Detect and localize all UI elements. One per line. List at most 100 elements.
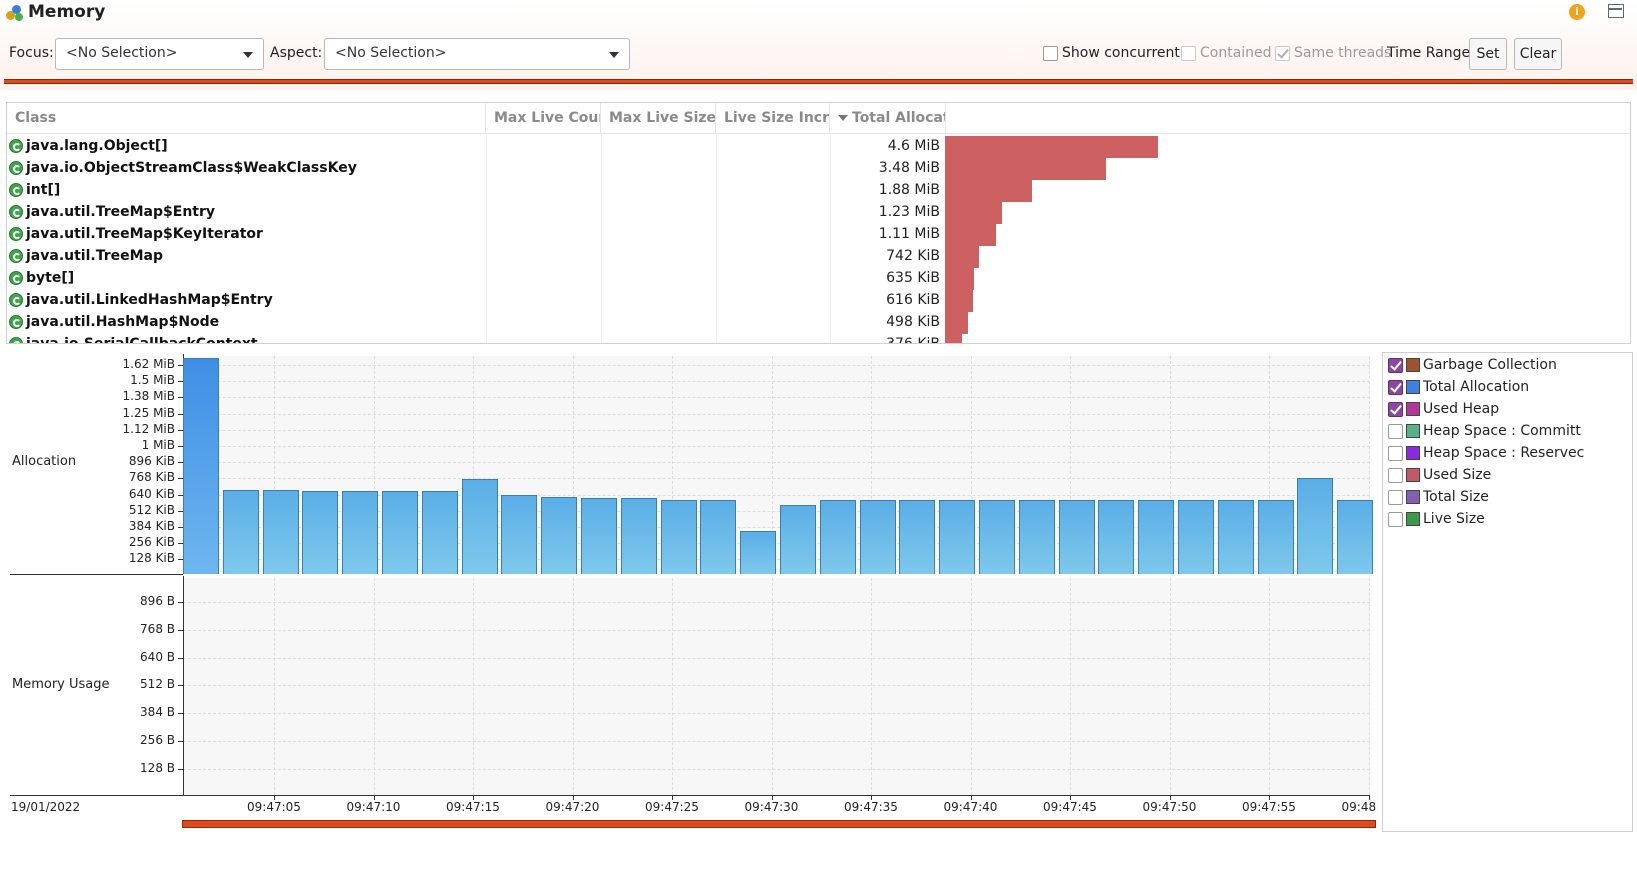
- allocation-bar[interactable]: [382, 491, 418, 574]
- legend-checkbox[interactable]: [1388, 357, 1403, 373]
- table-row[interactable]: java.util.HashMap$Node 498 KiB: [7, 311, 1630, 334]
- info-icon[interactable]: i: [1569, 4, 1585, 20]
- class-table[interactable]: Class Max Live Count Max Live Size Live …: [6, 102, 1631, 344]
- aspect-combo[interactable]: <No Selection>: [324, 38, 630, 70]
- allocation-bar[interactable]: [899, 500, 936, 574]
- legend-item[interactable]: Live Size: [1388, 509, 1485, 529]
- legend-item[interactable]: Heap Space : Committ: [1388, 421, 1581, 441]
- column-header-live-size-increase[interactable]: Live Size Increas: [716, 103, 830, 134]
- class-name: java.util.TreeMap: [26, 248, 164, 264]
- allocation-bar[interactable]: [740, 531, 777, 574]
- table-row[interactable]: java.util.TreeMap$KeyIterator 1.11 MiB: [7, 223, 1630, 246]
- allocation-bar[interactable]: [939, 500, 976, 574]
- legend-label: Used Size: [1423, 467, 1492, 483]
- allocation-bar[interactable]: [979, 500, 1015, 574]
- allocation-bar[interactable]: [342, 491, 379, 574]
- column-header-class[interactable]: Class: [7, 103, 486, 134]
- contained-checkbox[interactable]: [1181, 46, 1196, 61]
- legend-swatch-icon: [1406, 424, 1420, 438]
- legend-swatch-icon: [1406, 446, 1420, 460]
- allocation-tick-label: 1.38 MiB: [122, 389, 175, 404]
- view-title: Memory: [4, 2, 105, 22]
- table-row[interactable]: java.util.LinkedHashMap$Entry 616 KiB: [7, 289, 1630, 312]
- table-row[interactable]: int[] 1.88 MiB: [7, 179, 1630, 202]
- legend-label: Heap Space : Committ: [1423, 423, 1581, 439]
- total-allocation-value: 498 KiB: [886, 314, 940, 330]
- legend-checkbox[interactable]: [1388, 379, 1403, 395]
- legend-checkbox[interactable]: [1388, 489, 1403, 505]
- total-allocation-bar: [945, 136, 1158, 158]
- allocation-bar[interactable]: [262, 490, 299, 574]
- class-icon: [9, 227, 23, 241]
- table-row[interactable]: java.util.TreeMap$Entry 1.23 MiB: [7, 201, 1630, 224]
- allocation-bar[interactable]: [1297, 478, 1334, 574]
- allocation-row-label: Allocation: [12, 454, 77, 469]
- table-row[interactable]: java.io.SerialCallbackContext 376 KiB: [7, 333, 1630, 343]
- allocation-bar[interactable]: [1337, 500, 1374, 574]
- table-row[interactable]: java.lang.Object[] 4.6 MiB: [7, 135, 1630, 158]
- allocation-tick-label: 1.12 MiB: [122, 421, 175, 436]
- legend-item[interactable]: Used Heap: [1388, 399, 1499, 419]
- class-cell: java.util.TreeMap$Entry: [9, 201, 215, 223]
- total-allocation-bar: [945, 246, 979, 268]
- legend-checkbox[interactable]: [1388, 467, 1403, 483]
- total-allocation-value: 3.48 MiB: [878, 160, 940, 176]
- allocation-bar[interactable]: [541, 497, 578, 574]
- allocation-bar[interactable]: [1138, 500, 1175, 574]
- memory-usage-tick-label: 896 B: [140, 594, 175, 608]
- time-range-selection[interactable]: [182, 820, 1376, 828]
- allocation-bar[interactable]: [859, 500, 896, 574]
- allocation-bar[interactable]: [1217, 500, 1254, 574]
- class-cell: java.lang.Object[]: [9, 135, 168, 157]
- legend-checkbox[interactable]: [1388, 511, 1403, 527]
- legend-label: Garbage Collection: [1423, 357, 1557, 373]
- allocation-bar[interactable]: [1257, 500, 1294, 574]
- allocation-bar[interactable]: [620, 498, 657, 574]
- class-icon: [9, 337, 23, 343]
- time-range-bar[interactable]: [4, 79, 1633, 84]
- legend-checkbox[interactable]: [1388, 401, 1403, 417]
- view-menu-icon[interactable]: [1608, 4, 1624, 18]
- allocation-bar[interactable]: [1178, 500, 1214, 574]
- legend-item[interactable]: Heap Space : Reservec: [1388, 443, 1584, 463]
- time-tick-label: 09:47:20: [545, 800, 600, 814]
- allocation-bar[interactable]: [700, 500, 737, 574]
- same-threads-checkbox[interactable]: [1275, 46, 1290, 61]
- table-row[interactable]: java.util.TreeMap 742 KiB: [7, 245, 1630, 268]
- legend-item[interactable]: Used Size: [1388, 465, 1491, 485]
- allocation-bar[interactable]: [819, 500, 856, 574]
- allocation-bar[interactable]: [461, 479, 498, 574]
- total-allocation-value: 1.23 MiB: [878, 204, 940, 220]
- allocation-bar[interactable]: [302, 491, 339, 574]
- allocation-bar[interactable]: [780, 505, 816, 574]
- focus-combo[interactable]: <No Selection>: [55, 38, 264, 70]
- allocation-bar[interactable]: [1018, 500, 1055, 574]
- chart-area[interactable]: Allocation 1.62 MiB 1.5 MiB 1.38 MiB 1.25 Mi…: [8, 350, 1376, 816]
- allocation-bar[interactable]: [1058, 500, 1095, 574]
- legend-item[interactable]: Total Allocation: [1388, 377, 1529, 397]
- allocation-bar[interactable]: [222, 490, 259, 574]
- total-allocation-bar: [945, 290, 973, 312]
- allocation-bar[interactable]: [183, 358, 219, 574]
- legend-panel: Garbage Collection Total Allocation Used H…: [1382, 352, 1633, 832]
- set-button[interactable]: Set: [1469, 38, 1507, 70]
- time-tick-label: 09:47:50: [1142, 800, 1197, 814]
- table-row[interactable]: java.io.ObjectStreamClass$WeakClassKey 3.…: [7, 157, 1630, 180]
- table-row[interactable]: byte[] 635 KiB: [7, 267, 1630, 290]
- memory-usage-plot[interactable]: [183, 578, 1370, 795]
- legend-item[interactable]: Total Size: [1388, 487, 1489, 507]
- legend-item[interactable]: Garbage Collection: [1388, 355, 1557, 375]
- allocation-bar[interactable]: [660, 500, 697, 574]
- allocation-bar[interactable]: [501, 495, 538, 574]
- time-tick-label: 09:47:25: [645, 800, 699, 814]
- column-header-total-allocation[interactable]: Total Allocati: [830, 103, 946, 134]
- legend-checkbox[interactable]: [1388, 423, 1403, 439]
- allocation-bar[interactable]: [581, 498, 617, 574]
- column-header-max-live-size[interactable]: Max Live Size: [601, 103, 716, 134]
- legend-checkbox[interactable]: [1388, 445, 1403, 461]
- allocation-bar[interactable]: [1098, 500, 1135, 574]
- allocation-bar[interactable]: [421, 491, 458, 574]
- column-header-max-live-count[interactable]: Max Live Count: [486, 103, 601, 134]
- show-concurrent-checkbox[interactable]: [1043, 46, 1058, 61]
- clear-button[interactable]: Clear: [1514, 38, 1562, 70]
